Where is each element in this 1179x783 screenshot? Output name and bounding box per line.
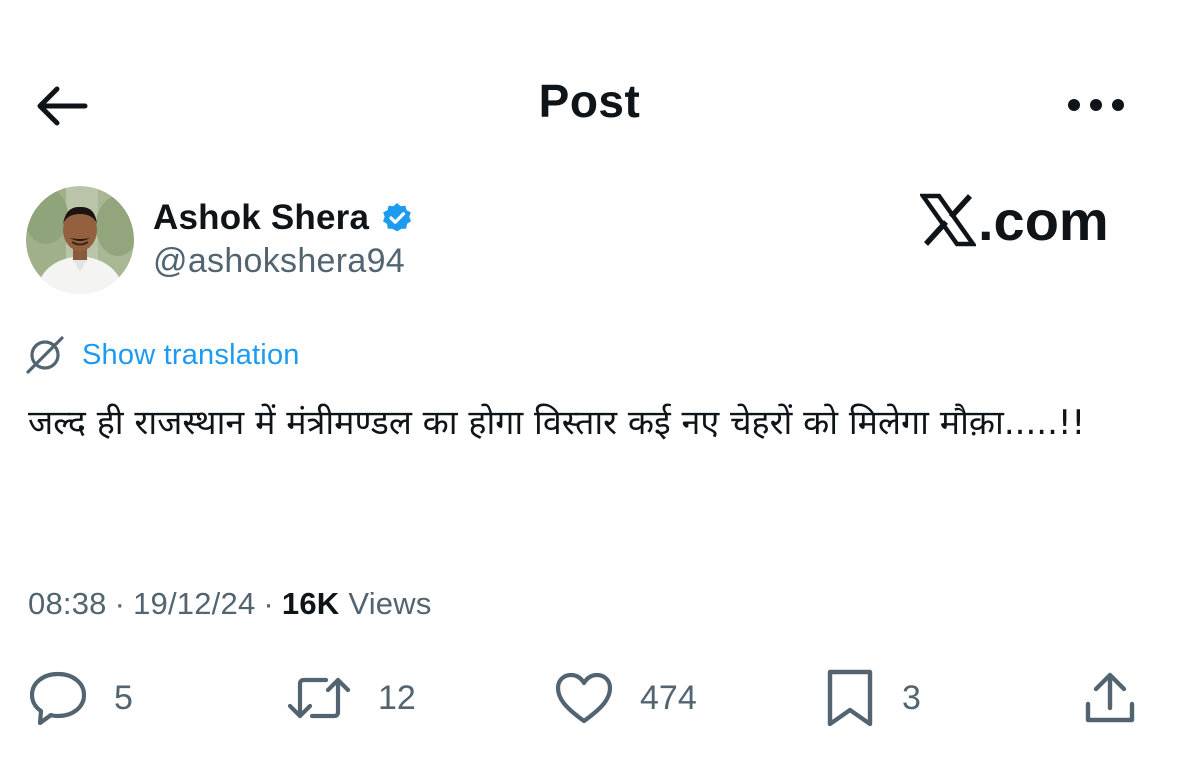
author-name-row: Ashok Shera bbox=[153, 196, 413, 240]
globe-icon bbox=[26, 336, 64, 374]
author-name[interactable]: Ashok Shera bbox=[153, 198, 369, 238]
bookmark-icon bbox=[827, 669, 873, 727]
more-horizontal-icon bbox=[1068, 99, 1124, 111]
post-meta: 08:38 · 19/12/24 · 16K Views bbox=[28, 582, 432, 626]
watermark-text: .com bbox=[978, 188, 1109, 252]
show-translation-label: Show translation bbox=[82, 338, 300, 371]
reply-count: 5 bbox=[114, 678, 133, 717]
repost-icon bbox=[287, 677, 351, 719]
author-handle[interactable]: @ashokshera94 bbox=[153, 242, 405, 281]
post-text: जल्द ही राजस्थान में मंत्रीमण्डल का होगा… bbox=[28, 403, 1086, 443]
page-title-wrap: Post bbox=[0, 74, 1179, 128]
meta-separator: · bbox=[114, 586, 126, 621]
repost-count: 12 bbox=[378, 678, 416, 717]
bookmark-button[interactable]: 3 bbox=[824, 668, 921, 728]
heart-icon bbox=[555, 672, 613, 724]
meta-separator: · bbox=[263, 586, 274, 621]
like-count: 474 bbox=[640, 678, 697, 717]
views-label: Views bbox=[348, 586, 432, 621]
reply-icon bbox=[29, 671, 87, 726]
post-time: 08:38 bbox=[28, 586, 107, 621]
verified-badge-icon bbox=[383, 203, 412, 232]
page-title: Post bbox=[538, 75, 641, 127]
arrow-left-icon bbox=[37, 86, 88, 126]
show-translation-link[interactable]: Show translation bbox=[24, 333, 300, 377]
like-button[interactable]: 474 bbox=[554, 668, 697, 728]
reply-button[interactable]: 5 bbox=[28, 668, 133, 728]
avatar[interactable] bbox=[26, 186, 134, 294]
x-logo-icon bbox=[920, 193, 976, 247]
repost-button[interactable]: 12 bbox=[286, 668, 416, 728]
post-date: 19/12/24 bbox=[133, 586, 256, 621]
share-icon bbox=[1085, 672, 1135, 723]
more-options-button[interactable] bbox=[1060, 82, 1132, 128]
x-com-watermark: .com bbox=[920, 188, 1109, 252]
bookmark-count: 3 bbox=[902, 678, 921, 717]
avatar-photo bbox=[26, 186, 134, 294]
back-button[interactable] bbox=[28, 78, 94, 134]
share-button[interactable] bbox=[1082, 668, 1138, 728]
views-count[interactable]: 16K bbox=[282, 586, 339, 622]
